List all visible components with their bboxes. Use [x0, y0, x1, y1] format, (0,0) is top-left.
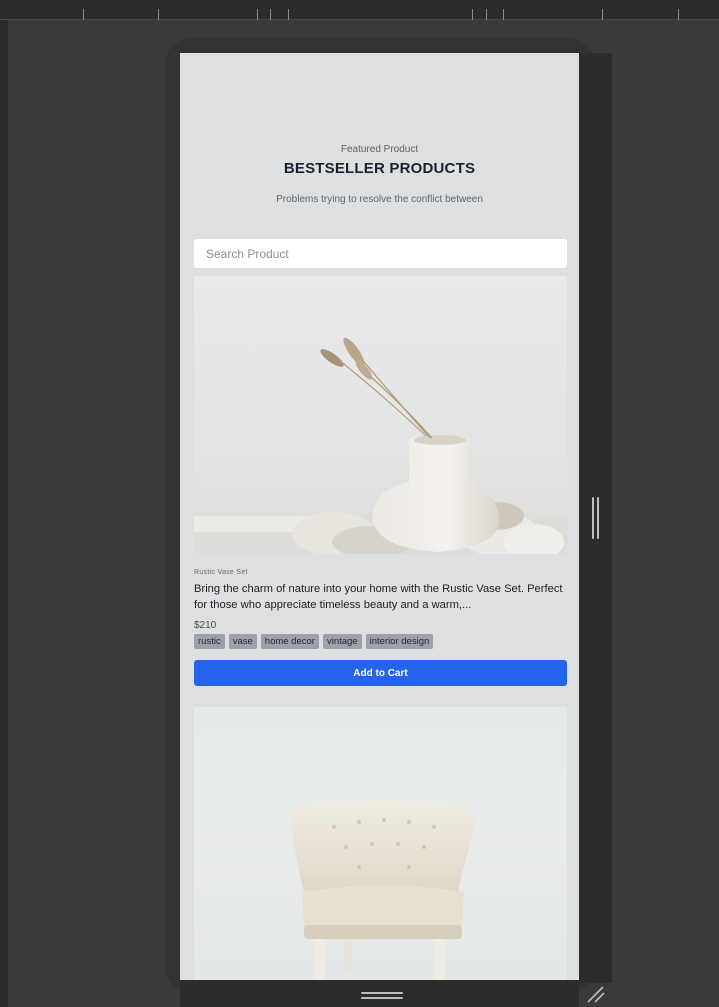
ruler-tick: [288, 9, 289, 20]
ruler-tick: [678, 9, 679, 20]
product-price: $210: [194, 620, 217, 631]
resize-handle-horizontal-icon[interactable]: [361, 992, 403, 1000]
resize-corner-icon[interactable]: [585, 984, 607, 1004]
ruler-tick: [472, 9, 473, 20]
section-subtitle: Problems trying to resolve the conflict …: [276, 194, 483, 205]
product-category: Rustic Vase Set: [194, 569, 248, 576]
tag-chip[interactable]: vintage: [322, 634, 362, 649]
product-description[interactable]: Bring the charm of nature into your home…: [194, 581, 567, 613]
resize-handle-vertical-icon[interactable]: [592, 497, 600, 539]
product-image[interactable]: [194, 276, 567, 554]
add-to-cart-button[interactable]: Add to Cart: [194, 660, 567, 686]
page-title: BESTSELLER PRODUCTS: [283, 160, 476, 177]
armchair-photo: [290, 800, 476, 980]
left-gutter: [0, 20, 8, 1007]
tag-chip[interactable]: rustic: [194, 634, 225, 649]
top-ruler: [0, 0, 719, 20]
tag-chip[interactable]: interior design: [365, 634, 434, 649]
tag-chip[interactable]: home decor: [260, 634, 319, 649]
tag-chip[interactable]: vase: [228, 634, 257, 649]
search-input[interactable]: [194, 239, 567, 268]
ruler-tick: [257, 9, 258, 20]
phone-screen: Featured Product BESTSELLER PRODUCTS Pro…: [180, 53, 579, 980]
section-header: Featured Product BESTSELLER PRODUCTS Pro…: [180, 53, 579, 233]
ruler-tick: [158, 9, 159, 20]
product-tags: rustic vase home decor vintage interior …: [194, 634, 434, 650]
section-kicker: Featured Product: [340, 144, 419, 155]
ruler-tick: [602, 9, 603, 20]
vase-photo: [194, 337, 567, 554]
product-image[interactable]: [194, 707, 567, 980]
ruler-tick: [503, 9, 504, 20]
ruler-tick: [83, 9, 84, 20]
ruler-tick: [486, 9, 487, 20]
ruler-tick: [270, 9, 271, 20]
